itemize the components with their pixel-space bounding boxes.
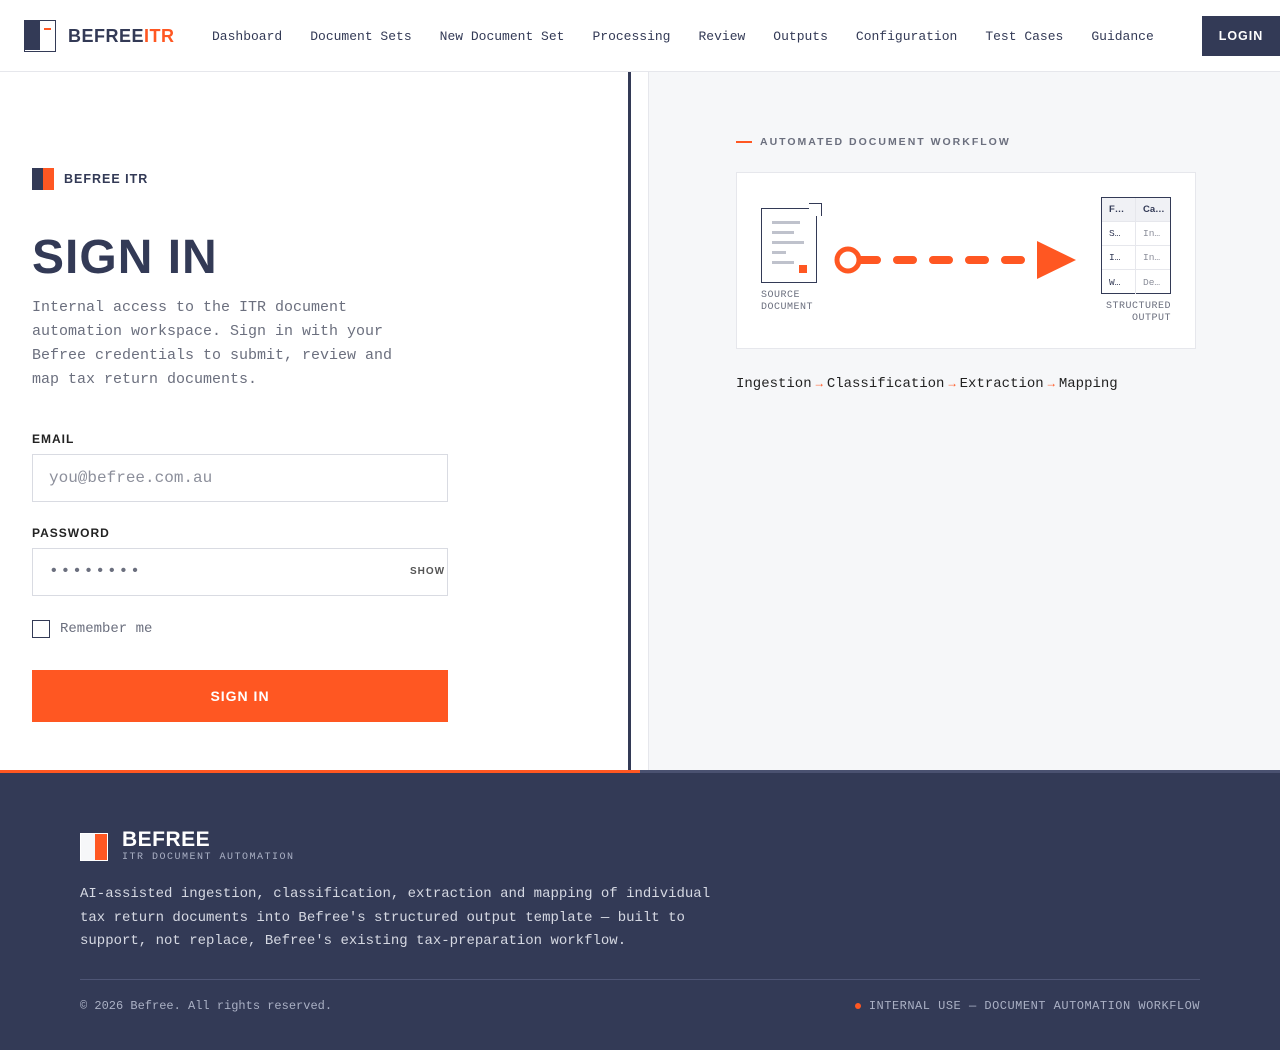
table-cell: In…	[1136, 246, 1170, 270]
workflow-steps: Ingestion → Classification → Extraction …	[736, 376, 1118, 392]
step-extraction: Extraction	[959, 376, 1044, 392]
arrow-right-icon: →	[815, 377, 823, 391]
step-mapping: Mapping	[1058, 376, 1118, 392]
nav-new-document-set[interactable]: New Document Set	[426, 29, 579, 44]
show-password-button[interactable]: SHOW	[410, 566, 445, 577]
footer-description: AI-assisted ingestion, classification, e…	[80, 886, 711, 949]
password-label: PASSWORD	[32, 526, 110, 540]
signin-brand: BEFREE ITR	[32, 168, 148, 190]
brand-accent: ITR	[144, 25, 175, 46]
output-caption-line2: OUTPUT	[1131, 313, 1171, 324]
brand-mark-icon	[32, 168, 54, 190]
signin-brand-label: BEFREE ITR	[64, 172, 149, 186]
table-cell: F…	[1102, 198, 1136, 222]
table-cell: In…	[1136, 222, 1170, 246]
flow-arrow-icon	[834, 241, 1076, 279]
nav-test-cases[interactable]: Test Cases	[971, 29, 1077, 44]
workflow-heading: AUTOMATED DOCUMENT WORKFLOW	[736, 136, 1011, 148]
copyright: © 2026 Befree. All rights reserved.	[80, 999, 333, 1013]
source-caption-line2: DOCUMENT	[761, 302, 814, 313]
page-title: SIGN IN	[32, 231, 218, 284]
sign-in-button[interactable]: SIGN IN	[32, 670, 448, 722]
nav-review[interactable]: Review	[684, 29, 759, 44]
email-label: EMAIL	[32, 432, 75, 446]
signin-description: Internal access to the ITR document auto…	[32, 299, 393, 388]
footer-brand: BEFREE	[122, 828, 211, 851]
footer-logo-icon	[80, 833, 108, 861]
nav-document-sets[interactable]: Document Sets	[296, 29, 425, 44]
top-navbar: BEFREEITR Dashboard Document Sets New Do…	[0, 0, 1280, 72]
status-dot-icon	[854, 1003, 861, 1009]
panel-divider	[628, 72, 631, 770]
structured-output-table: F… Ca… S… In… I… In… W… De…	[1101, 197, 1171, 294]
table-cell: I…	[1102, 246, 1136, 270]
source-caption: SOURCE DOCUMENT	[761, 290, 813, 314]
step-classification: Classification	[826, 376, 945, 392]
app-logo[interactable]: BEFREEITR	[24, 20, 175, 52]
footer-logo: BEFREE ITR DOCUMENT AUTOMATION	[80, 829, 295, 865]
remember-me-label[interactable]: Remember me	[60, 620, 152, 638]
nav-configuration[interactable]: Configuration	[842, 29, 971, 44]
nav-outputs[interactable]: Outputs	[759, 29, 842, 44]
remember-me-checkbox[interactable]	[32, 620, 50, 638]
footer-tagline: ITR DOCUMENT AUTOMATION	[122, 852, 295, 863]
output-caption-line1: STRUCTURED	[1105, 301, 1171, 312]
nav-processing[interactable]: Processing	[578, 29, 684, 44]
source-caption-line1: SOURCE	[761, 290, 801, 301]
main-nav: Dashboard Document Sets New Document Set…	[198, 0, 1168, 72]
workflow-diagram: SOURCE DOCUMENT F… Ca… S… In… I… In… W… …	[736, 172, 1196, 349]
step-ingestion: Ingestion	[736, 376, 812, 392]
nav-guidance[interactable]: Guidance	[1077, 29, 1167, 44]
table-cell: W…	[1102, 270, 1136, 294]
footer-divider	[80, 979, 1200, 980]
output-caption: STRUCTURED OUTPUT	[1106, 301, 1171, 325]
brand-main: BEFREE	[68, 25, 145, 46]
table-cell: S…	[1102, 222, 1136, 246]
logo-icon	[24, 20, 56, 52]
source-document-icon	[761, 203, 822, 283]
internal-use-text: INTERNAL USE — DOCUMENT AUTOMATION WORKF…	[868, 999, 1200, 1013]
table-cell: De…	[1143, 276, 1161, 288]
arrow-right-icon: →	[948, 377, 956, 391]
arrow-right-icon: →	[1047, 377, 1055, 391]
internal-use-notice: INTERNAL USE — DOCUMENT AUTOMATION WORKF…	[854, 999, 1200, 1013]
nav-dashboard[interactable]: Dashboard	[198, 29, 296, 44]
footer: BEFREE ITR DOCUMENT AUTOMATION AI-assist…	[0, 773, 1280, 1050]
signin-panel: BEFREE ITR SIGN IN Internal access to th…	[0, 72, 628, 770]
workflow-panel: AUTOMATED DOCUMENT WORKFLOW SOURCE DOCUM…	[648, 72, 1280, 770]
table-cell: Ca…	[1136, 198, 1170, 222]
email-field[interactable]	[32, 454, 448, 502]
brand-name: BEFREEITR	[68, 26, 175, 47]
login-button[interactable]: LOGIN	[1202, 16, 1280, 56]
password-mask: ••••••••	[49, 562, 142, 580]
workflow-heading-text: AUTOMATED DOCUMENT WORKFLOW	[760, 136, 1011, 148]
